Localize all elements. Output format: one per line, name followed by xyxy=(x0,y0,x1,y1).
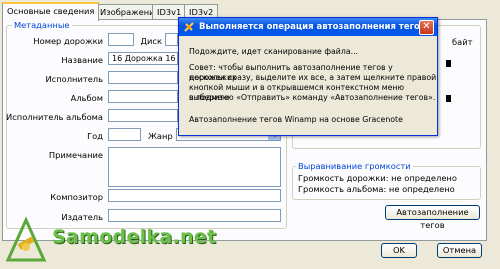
right-edge-mark-2 xyxy=(446,95,451,102)
album-input[interactable] xyxy=(108,90,178,103)
title-input[interactable]: 16 Дорожка 16 xyxy=(108,52,178,65)
artist-label: Исполнитель xyxy=(45,74,103,84)
cancel-button[interactable]: Отмена xyxy=(437,243,482,258)
comment-textarea[interactable] xyxy=(108,147,281,187)
dialog-tip-line-4: в подменю «Отправить» команду «Автозапол… xyxy=(189,93,436,102)
volume-legend: Выравнивание громкости xyxy=(296,161,413,171)
album-artist-label: Исполнитель альбома xyxy=(6,112,103,122)
dialog-title: Выполняется операция автозаполнения тего… xyxy=(199,22,426,32)
track-number-label: Номер дорожки xyxy=(33,36,103,46)
track-number-input[interactable] xyxy=(108,33,134,46)
ok-button[interactable]: OK xyxy=(381,243,417,258)
dialog-wait-text: Подождите, идет сканирование файла... xyxy=(189,47,359,56)
dialog-footer: Автозаполнение тегов Winamp на основе Gr… xyxy=(189,115,403,124)
genre-label: Жанр xyxy=(148,131,173,141)
right-edge-mark-1 xyxy=(446,60,451,67)
disc-input[interactable] xyxy=(165,33,178,46)
autotag-button[interactable]: Автозаполнение тегов xyxy=(385,205,480,230)
composer-label: Композитор xyxy=(50,192,103,202)
dialog-tip-line-2: дорожек сразу, выделите их все, а затем … xyxy=(189,73,437,82)
volume-group xyxy=(292,166,481,200)
track-gain-text: Громкость дорожки: не определено xyxy=(298,173,457,183)
close-icon[interactable]: ✕ xyxy=(419,20,434,35)
bytes-label: байт xyxy=(452,37,473,47)
watermark-logo-icon xyxy=(4,214,48,264)
album-artist-input[interactable] xyxy=(108,109,178,122)
composer-input[interactable] xyxy=(108,189,281,202)
dialog-titlebar[interactable]: Выполняется операция автозаполнения тего… xyxy=(179,18,437,36)
year-input[interactable] xyxy=(108,128,141,141)
autotag-progress-dialog: Выполняется операция автозаполнения тего… xyxy=(178,17,438,136)
comment-label: Примечание xyxy=(48,150,103,160)
album-gain-text: Громкость альбома: не определено xyxy=(298,184,455,194)
title-label: Название xyxy=(61,55,103,65)
watermark-text: Samodelka.net xyxy=(52,226,217,248)
publisher-input[interactable] xyxy=(108,209,281,222)
metadata-legend: Метаданные xyxy=(12,20,72,30)
artist-input[interactable] xyxy=(108,71,178,84)
winamp-icon xyxy=(183,21,195,33)
disc-label: Диск xyxy=(140,36,162,46)
album-label: Альбом xyxy=(70,93,103,103)
year-label: Год xyxy=(87,131,103,141)
tab-basic-info[interactable]: Основные сведения xyxy=(2,2,100,21)
